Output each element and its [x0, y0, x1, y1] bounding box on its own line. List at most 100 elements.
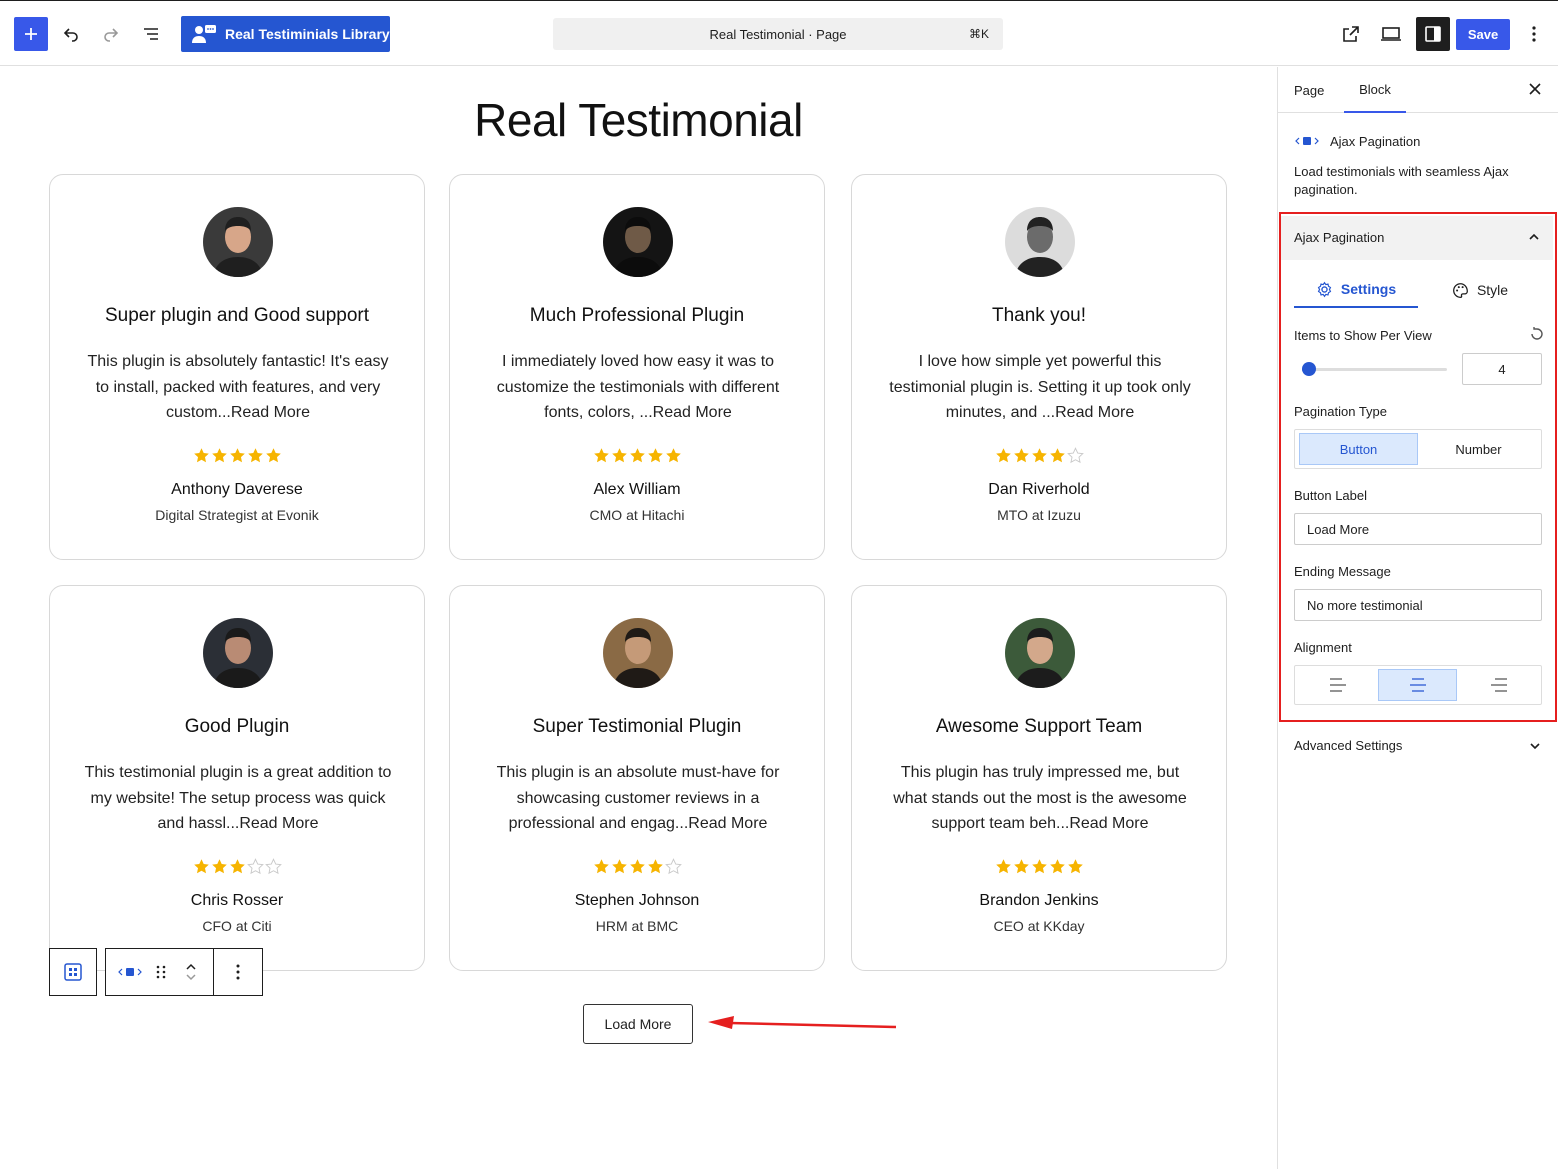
pagination-type-number[interactable]: Number	[1419, 433, 1538, 465]
command-palette-bar[interactable]: Real Testimonial · Page ⌘K	[553, 18, 1003, 50]
star-filled-icon	[193, 859, 209, 874]
testimonial-title: Much Professional Plugin	[529, 305, 745, 326]
drag-handle[interactable]	[154, 949, 168, 995]
ending-message-input[interactable]: No more testimonial	[1294, 589, 1542, 621]
testimonial-text: I immediately loved how easy it was to c…	[496, 353, 780, 421]
star-filled-icon	[1067, 859, 1083, 874]
testimonial-title: Good Plugin	[184, 716, 290, 737]
page-title[interactable]: Real Testimonial	[0, 93, 1277, 147]
items-per-view-input[interactable]: 4	[1462, 353, 1542, 385]
star-filled-icon	[1049, 859, 1065, 874]
star-rating	[450, 858, 824, 875]
reviewer-role: CMO at Hitachi	[589, 507, 685, 523]
button-label-input[interactable]: Load More	[1294, 513, 1542, 545]
avatar	[603, 207, 673, 277]
block-grid-icon	[64, 963, 82, 981]
testimonial-card: Good Plugin This testimonial plugin is a …	[49, 585, 425, 971]
star-filled-icon	[229, 448, 245, 463]
save-button[interactable]: Save	[1456, 19, 1510, 50]
star-filled-icon	[1031, 859, 1047, 874]
testimonial-text: I love how simple yet powerful this test…	[889, 353, 1191, 421]
star-filled-icon	[629, 859, 645, 874]
star-filled-icon	[995, 859, 1011, 874]
testimonial-text: This testimonial plugin is a great addit…	[84, 764, 392, 832]
more-vertical-icon	[236, 964, 240, 980]
undo-button[interactable]	[54, 17, 88, 51]
tab-settings-label: Settings	[1340, 281, 1397, 297]
tab-page[interactable]: Page	[1294, 67, 1324, 113]
move-block-buttons[interactable]	[168, 949, 214, 995]
view-page-button[interactable]	[1334, 17, 1368, 51]
sidebar-panel-icon	[1425, 26, 1441, 42]
star-filled-icon	[1049, 448, 1065, 463]
tab-style[interactable]: Style	[1418, 272, 1542, 308]
ajax-pagination-panel-toggle[interactable]: Ajax Pagination	[1281, 216, 1553, 260]
list-view-icon	[144, 28, 158, 40]
chevron-up-icon[interactable]	[185, 962, 197, 972]
reset-button[interactable]	[1529, 326, 1545, 347]
items-per-view-label: Items to Show Per View	[1294, 328, 1432, 343]
align-left-button[interactable]	[1298, 669, 1377, 701]
document-overview-button[interactable]	[134, 17, 168, 51]
settings-panel-toggle[interactable]	[1416, 17, 1450, 51]
reviewer-role: HRM at BMC	[595, 918, 679, 934]
person-photo-icon	[603, 207, 673, 277]
parent-block-selector[interactable]	[49, 948, 97, 996]
reviewer-role: CEO at KKday	[993, 918, 1085, 934]
ajax-pagination-icon	[1295, 137, 1319, 145]
star-filled-icon	[211, 448, 227, 463]
more-vertical-icon	[1532, 26, 1536, 42]
chevron-up-icon	[1529, 233, 1539, 240]
drag-handle-icon	[156, 965, 166, 979]
testimonial-card: Much Professional Plugin I immediately lo…	[449, 174, 825, 560]
star-filled-icon	[611, 859, 627, 874]
block-options-button[interactable]	[214, 949, 262, 995]
add-block-button[interactable]	[14, 17, 48, 51]
pagination-type-label: Pagination Type	[1294, 404, 1387, 419]
reviewer-name: Alex William	[593, 481, 681, 498]
block-type-button[interactable]	[106, 949, 154, 995]
real-testimonials-library-button[interactable]: Real Testiminials Library	[181, 16, 390, 52]
block-card-description: Load testimonials with seamless Ajax pag…	[1294, 164, 1509, 197]
testimonial-library-icon	[192, 25, 216, 43]
align-right-button[interactable]	[1459, 669, 1538, 701]
star-filled-icon	[247, 448, 263, 463]
testimonial-title: Awesome Support Team	[935, 716, 1143, 737]
device-preview-button[interactable]	[1374, 17, 1408, 51]
panel-subtabs: Settings Style	[1294, 272, 1542, 308]
star-filled-icon	[647, 448, 663, 463]
items-per-view-slider[interactable]	[1302, 368, 1447, 371]
star-filled-icon	[995, 448, 1011, 463]
load-more-button[interactable]: Load More	[583, 1004, 693, 1044]
options-menu-button[interactable]	[1517, 17, 1551, 51]
reviewer-name: Anthony Daverese	[171, 481, 303, 498]
align-right-icon	[1490, 678, 1507, 692]
star-rating	[450, 447, 824, 464]
close-sidebar-button[interactable]	[1526, 80, 1544, 103]
align-center-button[interactable]	[1378, 669, 1457, 701]
advanced-settings-toggle[interactable]: Advanced Settings	[1294, 738, 1542, 753]
plus-icon	[25, 28, 37, 40]
avatar	[203, 618, 273, 688]
testimonial-card: Super Testimonial Plugin This plugin is a…	[449, 585, 825, 971]
reviewer-name: Dan Riverhold	[988, 481, 1090, 498]
tab-block[interactable]: Block	[1344, 67, 1406, 113]
avatar	[1005, 618, 1075, 688]
star-rating	[50, 858, 424, 875]
button-label-label: Button Label	[1294, 488, 1368, 503]
tab-settings[interactable]: Settings	[1294, 272, 1418, 308]
pagination-type-button[interactable]: Button	[1299, 433, 1418, 465]
avatar	[603, 618, 673, 688]
reviewer-name: Chris Rosser	[190, 892, 284, 909]
person-photo-icon	[603, 618, 673, 688]
redo-button[interactable]	[94, 17, 128, 51]
star-filled-icon	[665, 448, 681, 463]
testimonial-text: This plugin has truly impressed me, but …	[893, 764, 1187, 832]
close-icon	[1529, 83, 1541, 95]
testimonial-card: Awesome Support Team This plugin has trul…	[851, 585, 1227, 971]
star-filled-icon	[265, 448, 281, 463]
chevron-down-icon[interactable]	[185, 972, 197, 982]
annotation-arrow	[708, 1016, 897, 1029]
reviewer-name: Brandon Jenkins	[979, 892, 1099, 909]
settings-sidebar: Page Block Ajax Pagination Load testimon…	[1277, 67, 1558, 1169]
